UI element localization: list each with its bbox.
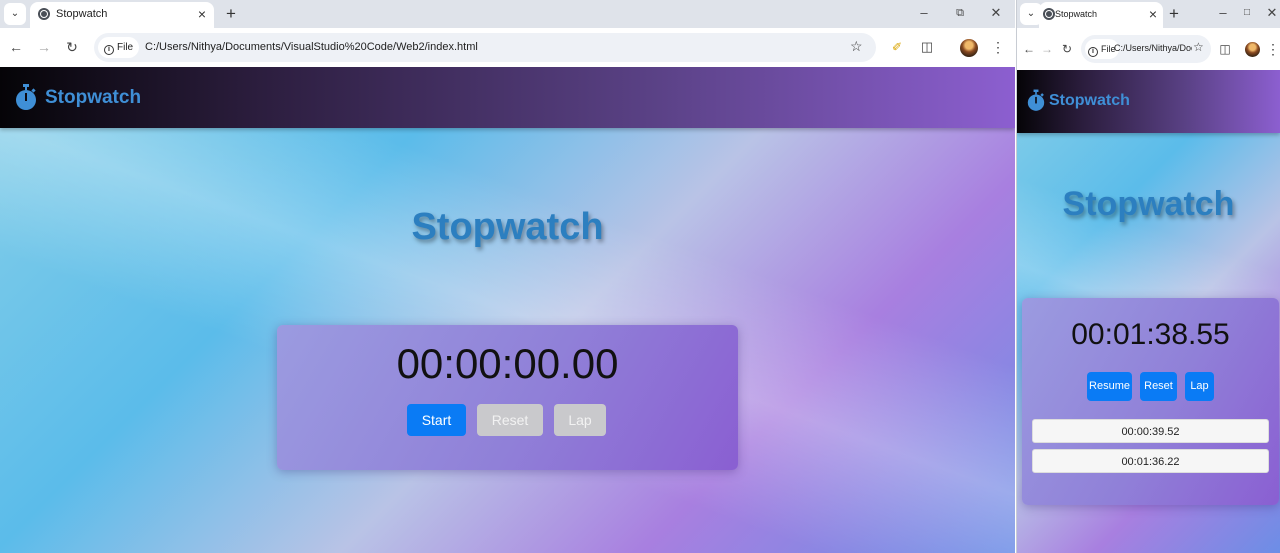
extensions-puzzle-icon[interactable]: ◫ [1215,39,1235,59]
page-viewport: Stopwatch Stopwatch 00:01:38.55 Resume R… [1017,70,1280,553]
extensions-puzzle-icon[interactable]: ◫ [917,37,937,57]
reset-button[interactable]: Reset [1140,372,1177,401]
new-tab-button[interactable]: + [220,3,242,25]
info-icon: i [1088,47,1098,57]
forward-arrow-icon[interactable]: → [34,37,54,57]
back-arrow-icon[interactable]: ← [1019,39,1039,59]
profile-avatar[interactable] [1245,42,1260,57]
stopwatch-icon [1027,89,1045,113]
new-tab-button[interactable]: + [1163,3,1185,25]
close-tab-icon[interactable]: × [194,6,210,22]
bookmark-star-icon[interactable]: ☆ [1193,40,1204,54]
brand-name: Stopwatch [1049,92,1130,109]
browser-window-right: ⌄ Stopwatch × + – □ ✕ ← → ↻ i File C:/Use… [1016,0,1280,553]
tab-strip: ⌄ Stopwatch × + – ⧉ ✕ [0,0,1015,28]
url-text[interactable]: C:/Users/Nithya/Doc... [1114,43,1192,53]
page-title: Stopwatch [1062,185,1235,223]
close-window-button[interactable]: ✕ [985,3,1007,23]
restore-button[interactable]: ⧉ [949,3,971,23]
tab-strip: ⌄ Stopwatch × + – □ ✕ [1017,0,1280,28]
lap-button[interactable]: Lap [1185,372,1214,401]
resume-button[interactable]: Resume [1087,372,1132,401]
site-navbar: Stopwatch [0,67,1015,128]
timer-display: 00:01:38.55 [1071,318,1230,351]
brand[interactable]: Stopwatch [15,84,141,112]
browser-window-left: ⌄ Stopwatch × + – ⧉ ✕ ← → ↻ i File C:/Use… [0,0,1015,553]
site-navbar: Stopwatch [1017,70,1280,133]
timer-display: 00:00:00.00 [396,340,619,387]
browser-toolbar: ← → ↻ iFile C:/Users/Nithya/Doc... ☆ ◫ ⋮ [1017,28,1280,70]
brand-name: Stopwatch [45,87,142,108]
reset-button[interactable]: Reset [477,404,543,436]
profile-avatar[interactable] [960,39,978,57]
minimize-button[interactable]: – [913,3,935,23]
tab-stopwatch[interactable]: Stopwatch × [30,2,214,28]
info-icon: i [104,45,114,55]
back-arrow-icon[interactable]: ← [6,37,26,57]
url-text[interactable]: C:/Users/Nithya/Documents/VisualStudio%2… [145,41,825,53]
stopwatch-icon [15,84,37,112]
page-viewport: Stopwatch Stopwatch 00:00:00.00 Start Re… [0,67,1015,553]
maximize-button[interactable]: □ [1236,3,1258,23]
site-info-chip[interactable]: i File [98,37,140,58]
start-button[interactable]: Start [407,404,466,436]
bookmark-star-icon[interactable]: ☆ [850,38,863,55]
minimize-button[interactable]: – [1212,3,1234,23]
globe-icon [1043,8,1055,20]
tab-stopwatch[interactable]: Stopwatch × [1039,2,1163,28]
stopwatch-card: 00:00:00.00 Start Reset Lap [277,325,738,470]
scheme-label: File [117,42,134,53]
tab-title: Stopwatch [56,8,108,20]
tab-title: Stopwatch [1055,9,1098,19]
close-window-button[interactable]: ✕ [1261,3,1280,23]
stopwatch-card: 00:01:38.55 Resume Reset Lap 00:00:39.52… [1022,298,1279,505]
brand[interactable]: Stopwatch [1027,89,1130,113]
forward-arrow-icon[interactable]: → [1037,39,1057,59]
lap-item: 00:01:36.22 [1032,449,1269,473]
menu-kebab-icon[interactable]: ⋮ [1263,39,1280,59]
reload-icon[interactable]: ↻ [1057,39,1077,59]
address-bar[interactable]: i File C:/Users/Nithya/Documents/VisualSt… [94,33,876,62]
globe-icon [38,8,50,20]
lap-item: 00:00:39.52 [1032,419,1269,443]
extension-highlighter-icon[interactable]: ✐ [892,40,906,54]
address-bar[interactable]: iFile C:/Users/Nithya/Doc... ☆ [1081,35,1211,63]
reload-icon[interactable]: ↻ [62,37,82,57]
lap-button[interactable]: Lap [554,404,606,436]
menu-kebab-icon[interactable]: ⋮ [988,37,1008,57]
page-title: Stopwatch [411,206,604,248]
tab-search-button[interactable]: ⌄ [4,3,26,25]
browser-toolbar: ← → ↻ i File C:/Users/Nithya/Documents/Vi… [0,28,1015,67]
close-tab-icon[interactable]: × [1145,6,1161,22]
